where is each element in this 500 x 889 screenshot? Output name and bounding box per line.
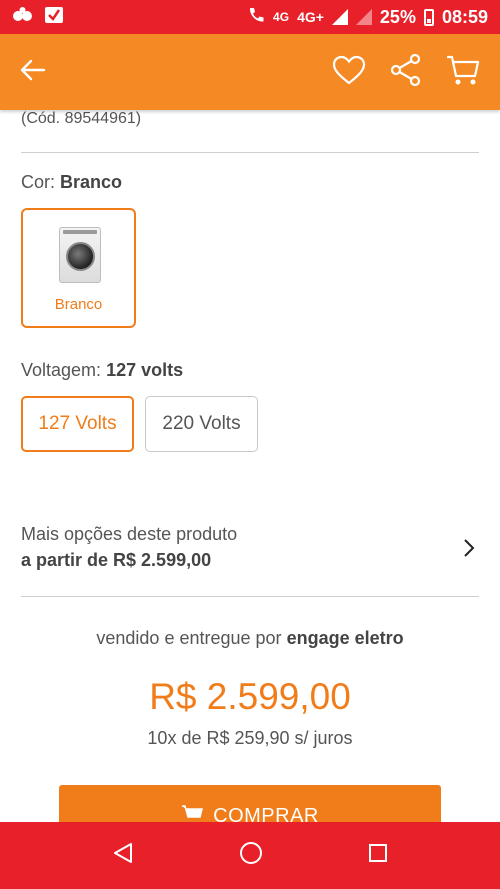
network-type-secondary: 4G+: [297, 9, 324, 25]
nav-recents-icon[interactable]: [368, 843, 388, 868]
installments: 10x de R$ 259,90 s/ juros: [147, 728, 353, 748]
status-bar: 4G 4G+ 25% 08:59: [0, 0, 500, 34]
more-options-row[interactable]: Mais opções deste produto a partir de R$…: [21, 524, 479, 576]
buy-button-label: COMPRAR: [213, 805, 319, 822]
voltage-option-220[interactable]: 220 Volts: [145, 396, 258, 452]
voltage-label: Voltagem: 127 volts: [21, 360, 184, 380]
app-bar: [0, 34, 500, 110]
notification-check-icon: [44, 6, 64, 29]
price: R$ 2.599,00: [149, 676, 351, 717]
signal-strength-secondary-icon: [355, 9, 372, 25]
clock: 08:59: [441, 6, 488, 27]
seller-name[interactable]: engage eletro: [287, 628, 404, 648]
voltage-option-127[interactable]: 127 Volts: [21, 396, 134, 452]
seller-info: vendido e entregue por engage eletro: [96, 628, 404, 648]
battery-percent: 25%: [379, 6, 416, 27]
back-arrow-icon[interactable]: [20, 57, 46, 87]
color-option-label: Branco: [54, 296, 103, 313]
color-option-branco[interactable]: Branco: [21, 208, 136, 328]
divider: [21, 152, 479, 153]
system-nav-bar: [0, 822, 500, 889]
nav-back-icon[interactable]: [112, 842, 134, 869]
product-code: (Cód. 89544961): [21, 110, 142, 127]
nav-home-icon[interactable]: [239, 841, 263, 870]
cart-icon: [181, 805, 204, 822]
cart-icon[interactable]: [446, 54, 480, 91]
washing-machine-thumbnail: [59, 227, 101, 283]
heart-icon[interactable]: [332, 55, 366, 90]
color-label: Cor: Branco: [21, 172, 123, 192]
more-options-price: a partir de R$ 2.599,00: [21, 550, 212, 570]
product-details: (Cód. 89544961) Cor: Branco Branco Volta…: [0, 110, 500, 822]
divider: [21, 596, 479, 597]
notification-app-icon: [12, 6, 34, 29]
battery-icon: [423, 8, 434, 26]
voltage-value: 127 volts: [106, 360, 184, 380]
call-icon: [247, 6, 265, 29]
buy-button[interactable]: COMPRAR: [59, 785, 441, 822]
signal-strength-icon: [331, 9, 348, 25]
more-options-title: Mais opções deste produto: [21, 524, 238, 544]
share-icon[interactable]: [390, 53, 422, 92]
color-value: Branco: [60, 172, 123, 192]
chevron-right-icon: [463, 538, 475, 564]
network-type-primary: 4G: [273, 10, 290, 24]
product-screen: 4G 4G+ 25% 08:59 (Cód. 89544961) Cor: Br…: [0, 0, 500, 889]
